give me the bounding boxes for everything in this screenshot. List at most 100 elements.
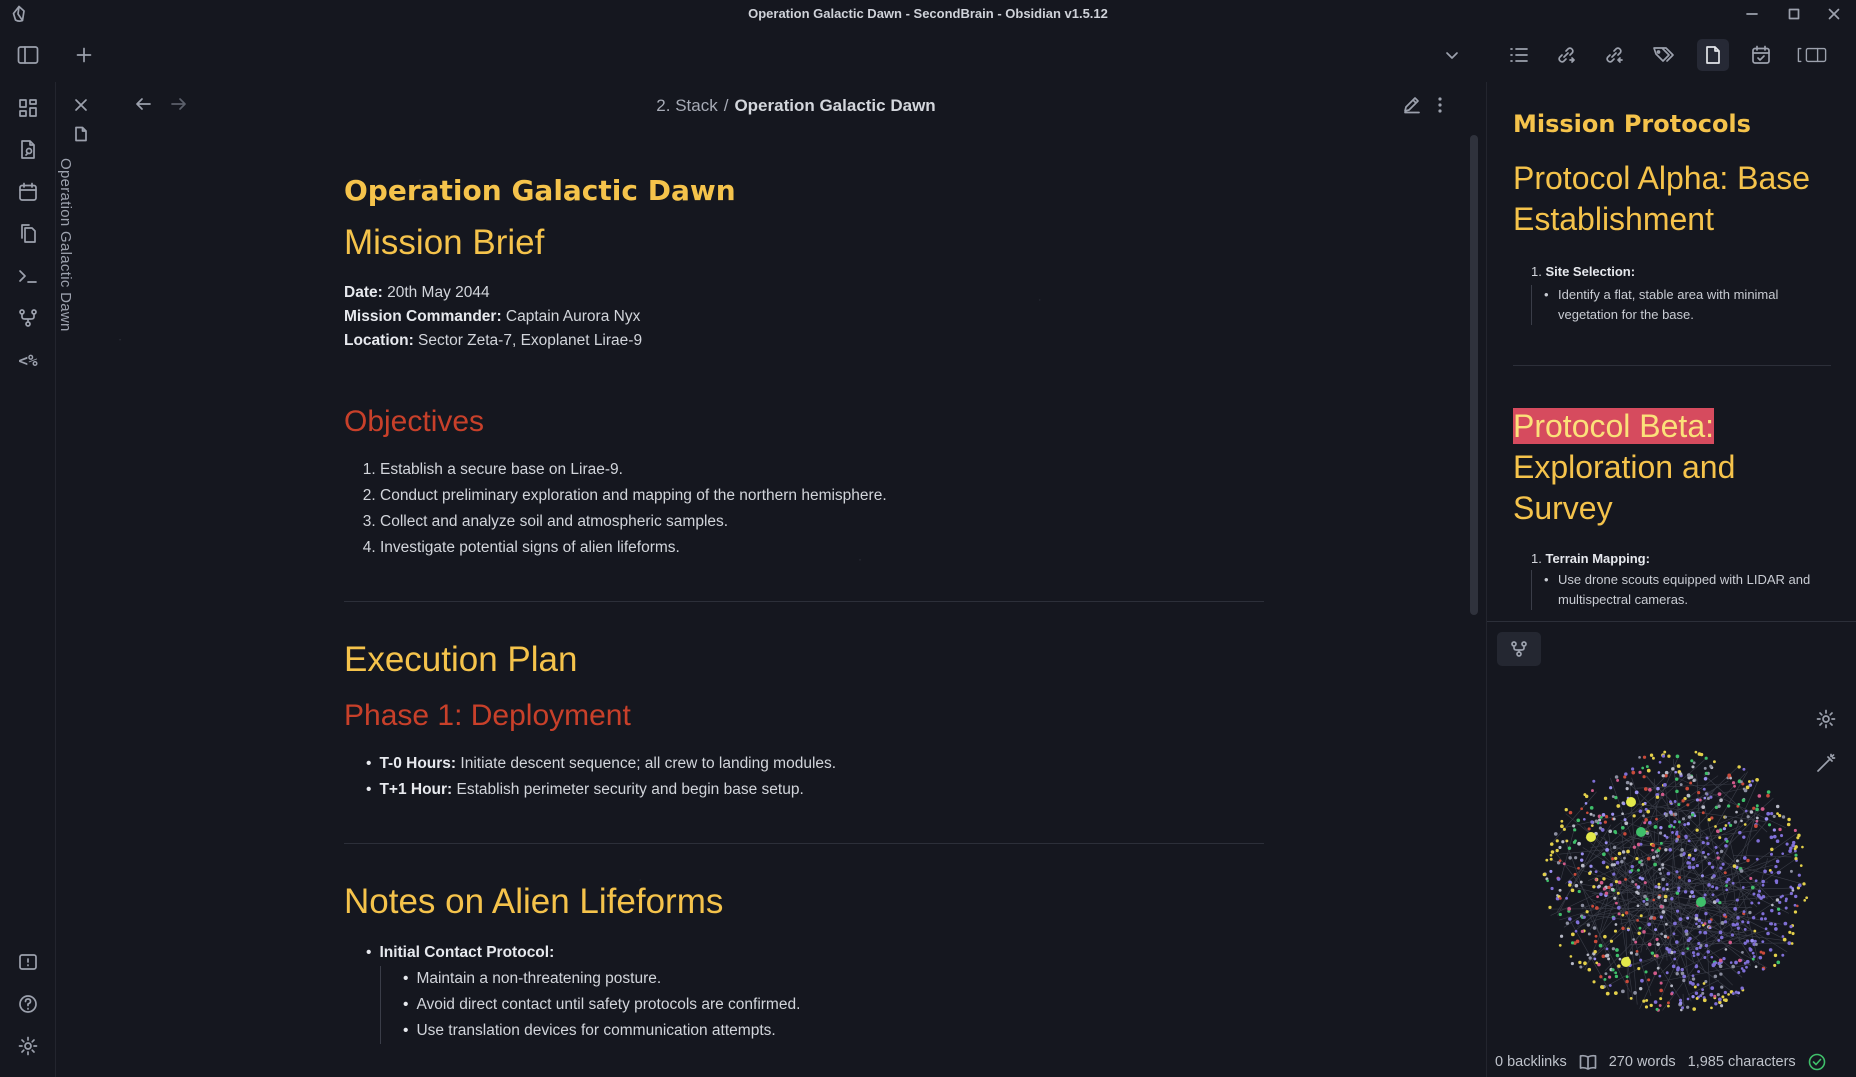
templater-icon[interactable]: <% (12, 344, 44, 376)
graph-node[interactable] (1624, 911, 1629, 915)
graph-node[interactable] (1704, 756, 1708, 760)
graph-node[interactable] (1603, 796, 1608, 801)
graph-node[interactable] (1712, 874, 1716, 878)
graph-node[interactable] (1779, 895, 1783, 899)
graph-node[interactable] (1678, 917, 1683, 922)
graph-node[interactable] (1719, 972, 1723, 976)
graph-node[interactable] (1663, 898, 1667, 903)
graph-node[interactable] (1586, 811, 1589, 815)
graph-node[interactable] (1720, 985, 1724, 989)
graph-node[interactable] (1686, 947, 1690, 951)
graph-node[interactable] (1670, 984, 1674, 988)
graph-node[interactable] (1718, 964, 1723, 969)
graph-node[interactable] (1752, 892, 1756, 896)
graph-node[interactable] (1686, 1005, 1690, 1009)
graph-node[interactable] (1570, 932, 1575, 937)
graph-node[interactable] (1719, 849, 1724, 854)
graph-node[interactable] (1645, 902, 1649, 906)
graph-hub-node[interactable] (1636, 827, 1646, 837)
graph-node[interactable] (1658, 1004, 1662, 1007)
graph-node[interactable] (1794, 894, 1798, 899)
graph-node[interactable] (1635, 857, 1639, 861)
graph-node[interactable] (1720, 921, 1725, 925)
graph-node[interactable] (1558, 859, 1562, 863)
graph-node[interactable] (1676, 909, 1680, 913)
graph-node[interactable] (1632, 938, 1636, 941)
graph-node[interactable] (1691, 974, 1695, 978)
graph-node[interactable] (1754, 824, 1758, 828)
graph-node[interactable] (1610, 887, 1615, 892)
graph-node[interactable] (1706, 842, 1710, 846)
graph-node[interactable] (1697, 752, 1702, 756)
tags-icon[interactable] (1648, 39, 1680, 71)
graph-node[interactable] (1631, 880, 1635, 884)
graph-node[interactable] (1549, 842, 1554, 846)
graph-node[interactable] (1634, 940, 1638, 944)
graph-node[interactable] (1673, 957, 1677, 961)
graph-node[interactable] (1707, 919, 1712, 924)
graph-node[interactable] (1730, 933, 1735, 937)
graph-node[interactable] (1680, 847, 1684, 852)
graph-node[interactable] (1649, 753, 1654, 757)
graph-node[interactable] (1590, 824, 1594, 828)
graph-node[interactable] (1761, 879, 1766, 884)
graph-node[interactable] (1678, 1001, 1683, 1005)
graph-node[interactable] (1589, 806, 1594, 810)
graph-node[interactable] (1724, 998, 1728, 1003)
graph-node[interactable] (1555, 839, 1559, 843)
graph-node[interactable] (1703, 777, 1708, 781)
graph-node[interactable] (1704, 792, 1708, 795)
graph-node[interactable] (1789, 924, 1793, 929)
graph-node[interactable] (1793, 910, 1798, 914)
graph-node[interactable] (1752, 955, 1756, 959)
graph-node[interactable] (1549, 869, 1553, 873)
graph-node[interactable] (1624, 821, 1629, 826)
graph-node[interactable] (1661, 887, 1666, 891)
edit-pencil-icon[interactable] (1402, 96, 1422, 114)
graph-node[interactable] (1659, 915, 1664, 919)
graph-node[interactable] (1638, 756, 1641, 759)
graph-node[interactable] (1661, 910, 1666, 914)
graph-node[interactable] (1632, 814, 1636, 818)
graph-node[interactable] (1562, 827, 1566, 831)
graph-node[interactable] (1657, 885, 1661, 889)
graph-node[interactable] (1707, 861, 1712, 866)
graph-node[interactable] (1635, 950, 1639, 953)
graph-node[interactable] (1742, 835, 1746, 839)
graph-node[interactable] (1690, 813, 1695, 817)
graph-node[interactable] (1654, 885, 1658, 889)
inline-title[interactable]: Operation Galactic Dawn (344, 174, 1264, 207)
graph-node[interactable] (1694, 964, 1699, 969)
graph-node[interactable] (1659, 997, 1663, 1001)
graph-node[interactable] (1545, 858, 1549, 862)
graph-node[interactable] (1647, 978, 1651, 982)
graph-node[interactable] (1668, 847, 1672, 852)
graph-node[interactable] (1594, 819, 1599, 823)
graph-node[interactable] (1691, 894, 1696, 899)
graph-node[interactable] (1592, 814, 1596, 817)
settings-gear-icon[interactable] (12, 1030, 44, 1062)
graph-node[interactable] (1729, 776, 1733, 780)
graph-node[interactable] (1608, 984, 1612, 987)
graph-node[interactable] (1642, 755, 1647, 759)
graph-node[interactable] (1698, 930, 1702, 934)
graph-node[interactable] (1646, 809, 1651, 814)
graph-node[interactable] (1641, 802, 1645, 806)
graph-node[interactable] (1692, 761, 1696, 765)
graph-node[interactable] (1640, 863, 1644, 867)
graph-node[interactable] (1631, 770, 1636, 775)
graph-node[interactable] (1664, 814, 1668, 818)
graph-node[interactable] (1797, 873, 1801, 877)
breadcrumb-folder[interactable]: 2. Stack (656, 96, 717, 115)
graph-node[interactable] (1735, 810, 1738, 814)
graph-node[interactable] (1714, 1002, 1718, 1006)
graph-node[interactable] (1681, 799, 1685, 803)
graph-node[interactable] (1601, 954, 1606, 959)
graph-node[interactable] (1643, 821, 1647, 825)
graph-node[interactable] (1616, 891, 1620, 895)
graph-node[interactable] (1689, 781, 1693, 785)
graph-node[interactable] (1716, 856, 1720, 860)
graph-node[interactable] (1580, 852, 1584, 856)
graph-node[interactable] (1596, 895, 1599, 899)
graph-node[interactable] (1782, 937, 1787, 942)
